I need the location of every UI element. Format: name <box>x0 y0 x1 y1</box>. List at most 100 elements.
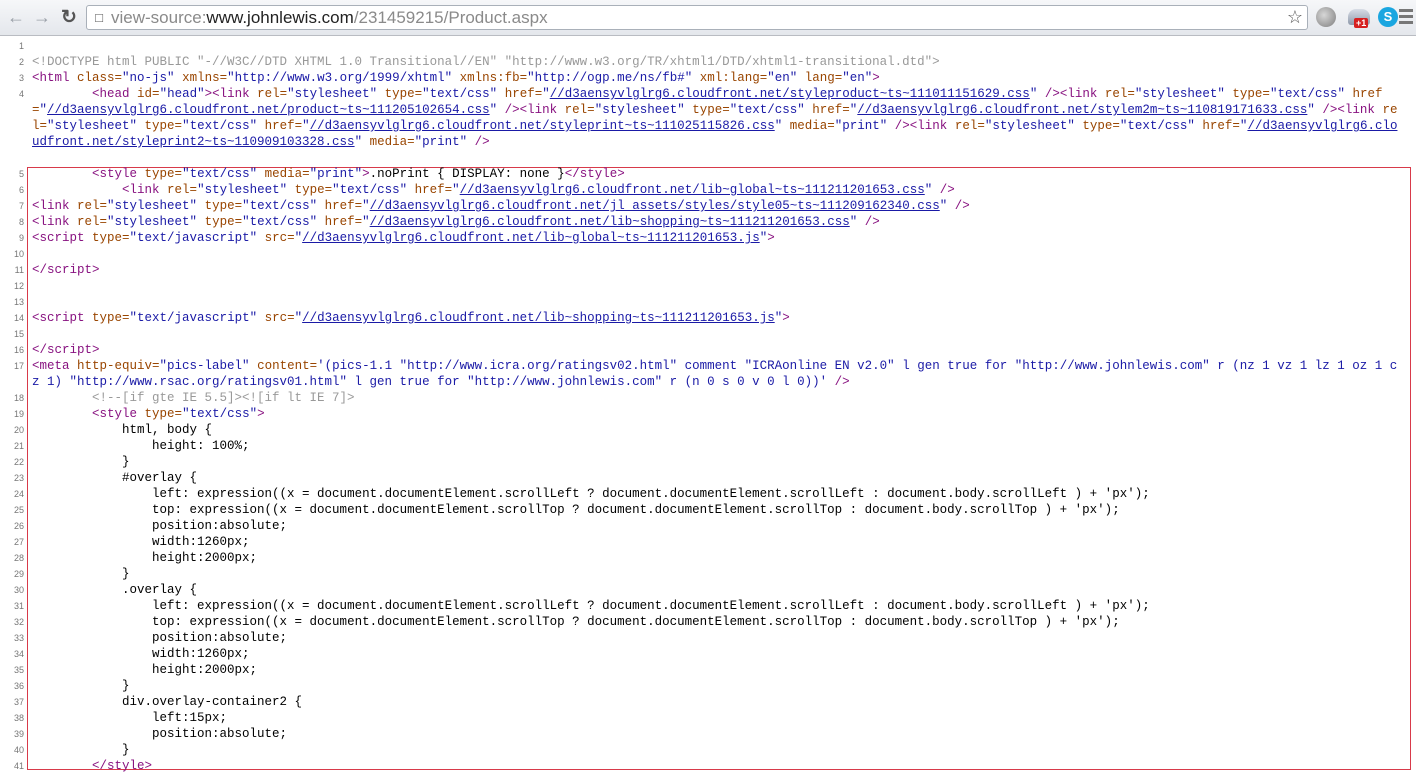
page-icon: □ <box>95 10 103 25</box>
source-line: 38 left:15px; <box>0 710 1416 726</box>
line-number: 3 <box>18 73 24 83</box>
url-text: view-source:www.johnlewis.com/231459215/… <box>111 8 548 27</box>
source-link[interactable]: //d3aensyvlglrg6.cloudfront.net/lib~glob… <box>302 231 760 245</box>
line-number: 2 <box>18 57 24 67</box>
line-code: div.overlay-container2 { <box>32 695 303 709</box>
source-line: 13 <box>0 294 1416 310</box>
line-number: 35 <box>13 665 24 675</box>
source-line: 22 } <box>0 454 1416 470</box>
source-line: 40 } <box>0 742 1416 758</box>
source-link[interactable]: //d3aensyvlglrg6.cloudfront.net/lib~shop… <box>302 311 775 325</box>
line-number: 24 <box>13 489 24 499</box>
source-line: 11 </script> <box>0 262 1416 278</box>
line-code: <script type="text/javascript" src="//d3… <box>32 231 775 245</box>
line-number: 1 <box>18 41 24 51</box>
line-number: 25 <box>13 505 24 515</box>
source-link[interactable]: //d3aensyvlglrg6.cloudfront.net/lib~glob… <box>460 183 925 197</box>
source-line: 4 <head id="head"><link rel="stylesheet"… <box>0 86 1416 166</box>
source-line: 31 left: expression((x = document.docume… <box>0 598 1416 614</box>
line-number: 28 <box>13 553 24 563</box>
cloud-extension-icon[interactable]: +1 <box>1348 9 1370 28</box>
source-line: 21 height: 100%; <box>0 438 1416 454</box>
skype-extension-icon[interactable]: S <box>1378 7 1398 27</box>
forward-arrow-icon[interactable]: → <box>31 6 53 28</box>
wrench-menu-icon[interactable] <box>1398 6 1414 28</box>
source-line: 26 position:absolute; <box>0 518 1416 534</box>
line-number: 18 <box>13 393 24 403</box>
line-number: 11 <box>14 265 24 275</box>
line-number: 38 <box>13 713 24 723</box>
address-bar[interactable]: □ view-source:www.johnlewis.com/23145921… <box>86 5 1308 30</box>
line-number: 15 <box>13 329 24 339</box>
source-line: 30 .overlay { <box>0 582 1416 598</box>
line-code: <!DOCTYPE html PUBLIC "-//W3C//DTD XHTML… <box>32 55 940 69</box>
source-line: 2 <!DOCTYPE html PUBLIC "-//W3C//DTD XHTM… <box>0 54 1416 70</box>
source-line: 14 <script type="text/javascript" src="//… <box>0 310 1416 326</box>
reload-icon[interactable]: ↻ <box>58 6 80 28</box>
line-number: 10 <box>13 249 24 259</box>
line-number: 17 <box>13 361 24 371</box>
source-link[interactable]: //d3aensyvlglrg6.cloudfront.net/stylepri… <box>310 119 775 133</box>
line-number: 34 <box>13 649 24 659</box>
source-link[interactable]: //d3aensyvlglrg6.cloudfront.net/jl_asset… <box>370 199 940 213</box>
line-code: <style type="text/css" media="print">.no… <box>92 167 625 181</box>
line-number: 22 <box>13 457 24 467</box>
line-number: 7 <box>18 201 24 211</box>
source-link[interactable]: //d3aensyvlglrg6.cloudfront.net/lib~shop… <box>370 215 850 229</box>
source-line: 12 <box>0 278 1416 294</box>
line-code: } <box>32 679 130 693</box>
line-code: <html class="no-js" xmlns="http://www.w3… <box>32 71 880 85</box>
url-prefix: view-source: <box>111 8 207 27</box>
source-line: 10 <box>0 246 1416 262</box>
line-code: position:absolute; <box>32 631 288 645</box>
source-line: 24 left: expression((x = document.docume… <box>0 486 1416 502</box>
source-line: 20 html, body { <box>0 422 1416 438</box>
line-code: height: 100%; <box>32 439 250 453</box>
line-code: html, body { <box>32 423 213 437</box>
line-code: <!--[if gte IE 5.5]><![if lt IE 7]> <box>92 391 355 405</box>
browser-toolbar: ← → ↻ □ view-source:www.johnlewis.com/23… <box>0 0 1416 36</box>
line-code: <link rel="stylesheet" type="text/css" h… <box>122 183 955 197</box>
line-number: 9 <box>18 233 24 243</box>
source-line: 27 width:1260px; <box>0 534 1416 550</box>
source-line: 15 <box>0 326 1416 342</box>
source-link[interactable]: //d3aensyvlglrg6.cloudfront.net/product~… <box>47 103 490 117</box>
source-line: 9 <script type="text/javascript" src="//d… <box>0 230 1416 246</box>
line-code: left: expression((x = document.documentE… <box>32 599 1150 613</box>
source-line: 6 <link rel="stylesheet" type="text/css"… <box>0 182 1416 198</box>
line-number: 16 <box>13 345 24 355</box>
back-arrow-icon[interactable]: ← <box>5 6 27 28</box>
line-number: 31 <box>13 601 24 611</box>
line-code: </script> <box>32 343 100 357</box>
source-line: 34 width:1260px; <box>0 646 1416 662</box>
line-number: 6 <box>18 185 24 195</box>
bookmark-star-icon[interactable]: ☆ <box>1287 7 1303 27</box>
line-code: width:1260px; <box>32 535 250 549</box>
line-code: top: expression((x = document.documentEl… <box>32 615 1120 629</box>
source-line: 23 #overlay { <box>0 470 1416 486</box>
line-code: position:absolute; <box>32 519 288 533</box>
source-line: 25 top: expression((x = document.documen… <box>0 502 1416 518</box>
line-code: } <box>32 455 130 469</box>
source-line: 16 </script> <box>0 342 1416 358</box>
line-code: #overlay { <box>32 471 198 485</box>
line-code: height:2000px; <box>32 663 258 677</box>
line-number: 12 <box>13 281 24 291</box>
line-number: 5 <box>18 169 24 179</box>
line-code: <script type="text/javascript" src="//d3… <box>32 311 790 325</box>
line-number: 32 <box>13 617 24 627</box>
source-link[interactable]: //d3aensyvlglrg6.cloudfront.net/stylem2m… <box>857 103 1307 117</box>
source-link[interactable]: //d3aensyvlglrg6.cloudfront.net/stylepro… <box>550 87 1030 101</box>
line-code: position:absolute; <box>32 727 288 741</box>
line-number: 26 <box>13 521 24 531</box>
source-line: 3 <html class="no-js" xmlns="http://www.w… <box>0 70 1416 86</box>
line-number: 36 <box>13 681 24 691</box>
line-code: </script> <box>32 263 100 277</box>
source-line: 18 <!--[if gte IE 5.5]><![if lt IE 7]> <box>0 390 1416 406</box>
source-line: 7 <link rel="stylesheet" type="text/css" … <box>0 198 1416 214</box>
line-number: 39 <box>13 729 24 739</box>
line-code: left: expression((x = document.documentE… <box>32 487 1150 501</box>
line-code: left:15px; <box>32 711 228 725</box>
line-number: 20 <box>13 425 24 435</box>
globe-extension-icon[interactable] <box>1316 7 1336 27</box>
